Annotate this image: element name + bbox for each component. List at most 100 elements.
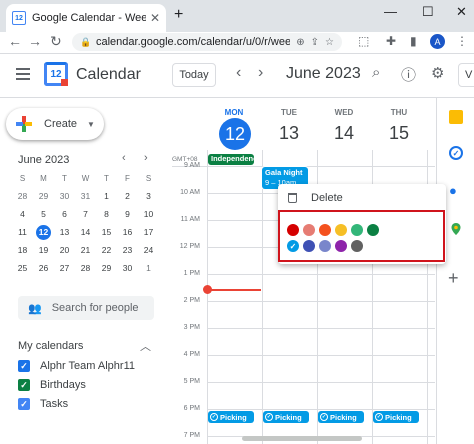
- day-number[interactable]: 15: [372, 123, 426, 144]
- checkbox-checked-icon[interactable]: ✓: [18, 360, 30, 372]
- mini-day[interactable]: 6: [54, 205, 75, 223]
- mini-day[interactable]: 16: [117, 223, 138, 241]
- minimize-icon[interactable]: —: [384, 4, 397, 19]
- mini-day[interactable]: 3: [138, 187, 159, 205]
- mini-day[interactable]: 1: [138, 259, 159, 277]
- time-label: 10 AM: [180, 189, 200, 196]
- next-week-icon[interactable]: ›: [258, 64, 263, 82]
- chevron-up-icon[interactable]: ︿: [140, 338, 151, 354]
- mini-day[interactable]: 11: [12, 223, 33, 241]
- task-label: Picking: [385, 412, 412, 422]
- main-menu-icon[interactable]: [16, 68, 30, 83]
- previous-week-icon[interactable]: ‹: [236, 64, 241, 82]
- task-chip[interactable]: ✓ Picking: [318, 411, 364, 423]
- checkbox-checked-icon[interactable]: ✓: [18, 398, 30, 410]
- back-icon[interactable]: ←: [8, 33, 22, 49]
- horizontal-scrollbar[interactable]: [242, 436, 362, 441]
- mini-day[interactable]: 7: [75, 205, 96, 223]
- today-button[interactable]: Today: [172, 63, 216, 87]
- task-chip[interactable]: ✓ Picking: [208, 411, 254, 423]
- hour-line: [207, 382, 435, 383]
- mini-day[interactable]: 20: [54, 241, 75, 259]
- keep-icon[interactable]: [449, 110, 463, 124]
- new-tab-button[interactable]: +: [174, 6, 183, 24]
- day-number-today[interactable]: 12: [219, 118, 251, 150]
- mini-day[interactable]: 8: [96, 205, 117, 223]
- hour-line: [207, 355, 435, 356]
- mini-day[interactable]: 27: [54, 259, 75, 277]
- mini-day[interactable]: 25: [12, 259, 33, 277]
- time-label: 9 AM: [184, 162, 200, 169]
- checkbox-checked-icon[interactable]: ✓: [18, 379, 30, 391]
- mini-day[interactable]: 23: [117, 241, 138, 259]
- extensions-icon[interactable]: ⬚: [358, 34, 369, 48]
- help-icon[interactable]: ⓘ: [401, 64, 416, 85]
- address-bar[interactable]: 🔒 calendar.google.com/calendar/u/0/r/wee…: [72, 33, 342, 51]
- calendar-item-birthdays[interactable]: ✓ Birthdays: [18, 379, 86, 391]
- mini-day[interactable]: 30: [54, 187, 75, 205]
- mini-day[interactable]: 10: [138, 205, 159, 223]
- mini-day[interactable]: 30: [117, 259, 138, 277]
- mini-day[interactable]: 17: [138, 223, 159, 241]
- mini-day-selected[interactable]: 12: [33, 223, 54, 241]
- time-label: 2 PM: [183, 297, 200, 304]
- more-menu-icon[interactable]: ⋮: [456, 34, 468, 48]
- calendar-item-label: Alphr Team Alphr11: [40, 360, 135, 372]
- browser-tab[interactable]: 12 Google Calendar - Week of June ✕: [6, 4, 166, 32]
- mini-day[interactable]: 19: [33, 241, 54, 259]
- mini-weekday-row: S M T W T F S: [12, 169, 160, 187]
- calendar-item-tasks[interactable]: ✓ Tasks: [18, 398, 68, 410]
- mini-day[interactable]: 5: [33, 205, 54, 223]
- settings-gear-icon[interactable]: ⚙: [431, 64, 444, 82]
- profile-avatar[interactable]: A: [430, 34, 445, 49]
- sidebar-toggle-icon[interactable]: ▮: [410, 34, 417, 48]
- mini-day[interactable]: 28: [75, 259, 96, 277]
- mini-day[interactable]: 4: [12, 205, 33, 223]
- close-tab-icon[interactable]: ✕: [150, 11, 160, 25]
- contacts-icon[interactable]: ●: [449, 184, 463, 198]
- allday-event-chip[interactable]: Independence Day: [208, 154, 254, 165]
- search-icon[interactable]: ⌕: [372, 64, 380, 81]
- hour-line: [207, 301, 435, 302]
- mini-day[interactable]: 15: [96, 223, 117, 241]
- my-calendars-heading[interactable]: My calendars: [18, 340, 83, 352]
- window-close-icon[interactable]: ✕: [456, 4, 467, 20]
- maps-icon[interactable]: [449, 222, 463, 236]
- mini-day[interactable]: 9: [117, 205, 138, 223]
- view-switcher-button[interactable]: V: [458, 63, 474, 87]
- share-icon[interactable]: ⇪: [311, 37, 319, 48]
- mini-next-month-icon[interactable]: ›: [144, 152, 148, 164]
- mini-day[interactable]: 29: [33, 187, 54, 205]
- mini-day[interactable]: 2: [117, 187, 138, 205]
- mini-day[interactable]: 18: [12, 241, 33, 259]
- forward-icon[interactable]: →: [28, 33, 42, 49]
- mini-day[interactable]: 28: [12, 187, 33, 205]
- tasks-icon[interactable]: ✓: [449, 146, 463, 160]
- day-number[interactable]: 13: [262, 123, 316, 144]
- mini-day[interactable]: 13: [54, 223, 75, 241]
- bookmark-star-icon[interactable]: ☆: [325, 37, 334, 48]
- delete-menu-item[interactable]: Delete: [288, 192, 343, 204]
- reload-icon[interactable]: ↻: [50, 33, 62, 50]
- install-app-icon[interactable]: ⊕: [296, 37, 304, 48]
- add-addon-button[interactable]: +: [448, 268, 459, 289]
- mini-day[interactable]: 21: [75, 241, 96, 259]
- task-chip[interactable]: ✓ Picking: [373, 411, 419, 423]
- mini-day[interactable]: 14: [75, 223, 96, 241]
- extensions-puzzle-icon[interactable]: ✚: [386, 34, 396, 48]
- search-people-placeholder: Search for people: [51, 302, 139, 314]
- day-number[interactable]: 14: [317, 123, 371, 144]
- mini-prev-month-icon[interactable]: ‹: [122, 152, 126, 164]
- mini-week-row: 4 5 6 7 8 9 10: [12, 205, 160, 223]
- mini-day[interactable]: 31: [75, 187, 96, 205]
- calendar-item-alphr[interactable]: ✓ Alphr Team Alphr11: [18, 360, 135, 372]
- maximize-icon[interactable]: ☐: [422, 4, 434, 20]
- mini-day[interactable]: 29: [96, 259, 117, 277]
- mini-day[interactable]: 22: [96, 241, 117, 259]
- mini-day[interactable]: 26: [33, 259, 54, 277]
- create-button[interactable]: Create ▼: [6, 108, 104, 140]
- search-people-input[interactable]: 👥 Search for people: [18, 296, 154, 320]
- mini-day[interactable]: 24: [138, 241, 159, 259]
- mini-day[interactable]: 1: [96, 187, 117, 205]
- task-chip[interactable]: ✓ Picking: [263, 411, 309, 423]
